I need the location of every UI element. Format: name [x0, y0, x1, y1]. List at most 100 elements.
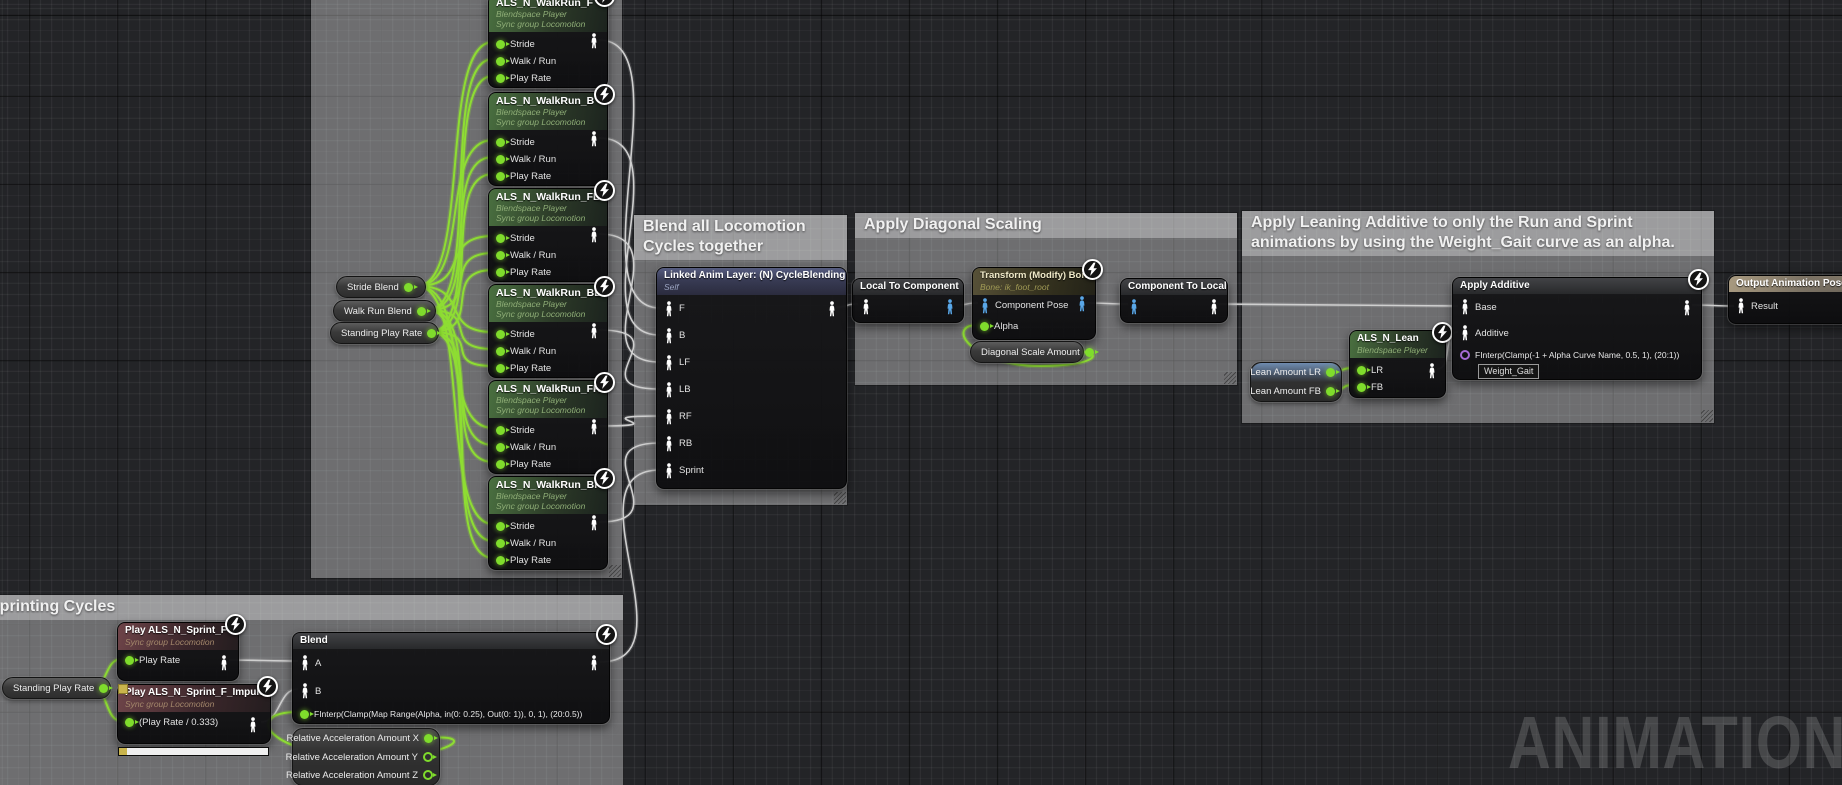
pin-row[interactable]: FB [1350, 379, 1445, 396]
pill-group-relative-acceleration[interactable]: Relative Acceleration Amount X Relative … [292, 728, 440, 785]
pin-row[interactable]: Play Rate [489, 360, 607, 377]
pin-row[interactable]: Walk / Run [489, 53, 607, 70]
value-pin-icon[interactable] [496, 556, 505, 565]
value-pin-icon[interactable] [496, 522, 505, 531]
value-pin-icon[interactable] [980, 322, 989, 331]
comment-resize-handle[interactable] [834, 492, 846, 504]
pin-row[interactable]: B [657, 322, 846, 349]
pose-output-pin[interactable] [589, 323, 599, 339]
node-walkrun-f[interactable]: ALS_N_WalkRun_F Blendspace Player Sync g… [488, 0, 608, 88]
pose-input-pin[interactable] [980, 298, 990, 314]
pose-input-pin[interactable] [1460, 299, 1470, 315]
pose-output-pin[interactable] [589, 655, 599, 671]
node-walkrun-fl[interactable]: ALS_N_WalkRun_FL Blendspace Player Sync … [488, 188, 608, 282]
pin-row[interactable]: Walk / Run [489, 535, 607, 552]
pin-row[interactable]: Sprint [657, 457, 846, 484]
comment-title[interactable]: Blend all Locomotion Cycles together [634, 215, 847, 260]
pill-walk-run-blend[interactable]: Walk Run Blend [333, 300, 436, 322]
pose-output-pin[interactable] [248, 717, 258, 733]
comment-title[interactable]: Sprinting Cycles [0, 595, 623, 620]
node-play-sprint-f-impulse[interactable]: Play ALS_N_Sprint_F_Impulse Sync group L… [117, 684, 271, 744]
pill-standing-play-rate[interactable]: Standing Play Rate [330, 322, 439, 344]
node-play-sprint-f[interactable]: Play ALS_N_Sprint_F Sync group Locomotio… [117, 622, 239, 681]
pose-input-pin[interactable] [664, 382, 674, 398]
pose-output-pin[interactable] [589, 131, 599, 147]
pin-row[interactable]: Alpha [973, 316, 1095, 337]
alpha-curve-name-field[interactable]: Weight_Gait [1478, 364, 1539, 379]
pose-input-pin[interactable] [300, 655, 310, 671]
value-pin-icon[interactable] [496, 460, 505, 469]
value-pin-icon[interactable] [496, 251, 505, 260]
pose-input-pin[interactable] [300, 683, 310, 699]
pose-input-pin[interactable] [861, 299, 871, 315]
node-transform-modify-bone[interactable]: Transform (Modify) Bone Bone: ik_foot_ro… [972, 267, 1096, 340]
pin-row[interactable]: LF [657, 349, 846, 376]
value-pin-icon[interactable] [496, 330, 505, 339]
pose-output-pin[interactable] [1682, 300, 1692, 316]
pose-output-pin[interactable] [945, 299, 955, 315]
value-pin-icon[interactable] [496, 57, 505, 66]
pin-row[interactable]: Play Rate [489, 552, 607, 569]
value-pin-icon[interactable] [496, 234, 505, 243]
node-component-to-local[interactable]: Component To Local [1120, 278, 1228, 323]
value-pin-icon[interactable] [496, 426, 505, 435]
pin-row[interactable]: RF [657, 403, 846, 430]
value-pin-icon[interactable] [1326, 368, 1335, 377]
pose-input-pin[interactable] [664, 355, 674, 371]
pin-row[interactable]: B [293, 677, 609, 705]
value-pin-icon[interactable] [99, 684, 108, 693]
value-pin-icon[interactable] [496, 138, 505, 147]
comment-resize-handle[interactable] [1701, 410, 1713, 422]
value-pin-icon[interactable] [404, 283, 413, 292]
pill-stride-blend[interactable]: Stride Blend [336, 276, 426, 298]
pose-output-pin[interactable] [1077, 296, 1087, 312]
pose-input-pin[interactable] [664, 463, 674, 479]
node-walkrun-fr[interactable]: ALS_N_WalkRun_FR Blendspace Player Sync … [488, 380, 608, 474]
pin-row[interactable]: Walk / Run [489, 343, 607, 360]
node-linked-anim-layer[interactable]: Linked Anim Layer: (N) CycleBlending Sel… [656, 267, 847, 489]
pose-input-pin[interactable] [664, 436, 674, 452]
pill-lean-amount-lr[interactable]: Lean Amount LR [1251, 363, 1341, 382]
value-pin-icon[interactable] [1326, 387, 1335, 396]
comment-resize-handle[interactable] [1224, 372, 1236, 384]
value-pin-icon[interactable] [496, 443, 505, 452]
pose-input-pin[interactable] [1460, 325, 1470, 341]
node-blend[interactable]: Blend A B FInterp(Clamp(Map Range(Alpha,… [292, 632, 610, 724]
pin-row[interactable]: Walk / Run [489, 439, 607, 456]
value-pin-icon[interactable] [125, 656, 134, 665]
pin-row[interactable]: Play Rate [489, 456, 607, 473]
pin-row[interactable]: Base [1453, 294, 1701, 320]
value-pin-icon[interactable] [423, 770, 433, 780]
pin-row[interactable]: Play Rate [489, 168, 607, 185]
pin-row[interactable]: Walk / Run [489, 247, 607, 264]
value-pin-icon[interactable] [496, 364, 505, 373]
pose-output-pin[interactable] [827, 301, 837, 317]
value-pin-icon[interactable] [496, 172, 505, 181]
value-pin-icon[interactable] [300, 710, 309, 719]
pill-rel-accel-y[interactable]: Relative Acceleration Amount Y [293, 748, 439, 766]
node-local-to-component[interactable]: Local To Component [852, 278, 964, 323]
value-pin-icon[interactable] [496, 155, 505, 164]
node-walkrun-br[interactable]: ALS_N_WalkRun_BR Blendspace Player Sync … [488, 476, 608, 570]
pill-group-lean-amount[interactable]: Lean Amount LR Lean Amount FB [1250, 362, 1342, 402]
pin-row[interactable]: A [293, 649, 609, 677]
node-walkrun-bl[interactable]: ALS_N_WalkRun_BL Blendspace Player Sync … [488, 284, 608, 378]
comment-title[interactable]: Apply Leaning Additive to only the Run a… [1242, 211, 1714, 256]
pin-row[interactable]: Additive [1453, 320, 1701, 346]
pin-row[interactable]: Walk / Run [489, 151, 607, 168]
value-pin-icon[interactable] [1357, 383, 1366, 392]
comment-title[interactable]: Apply Diagonal Scaling [855, 213, 1237, 238]
pose-input-pin[interactable] [1129, 299, 1139, 315]
pin-row[interactable]: FInterp(Clamp(Map Range(Alpha, in(0: 0.2… [293, 705, 609, 723]
node-apply-additive[interactable]: Apply Additive Base Additive FInterp(Cla… [1452, 277, 1702, 380]
pill-rel-accel-z[interactable]: Relative Acceleration Amount Z [293, 766, 439, 784]
pin-row[interactable]: RB [657, 430, 846, 457]
pose-input-pin[interactable] [1736, 298, 1746, 314]
pose-output-pin[interactable] [1427, 363, 1437, 379]
pose-output-pin[interactable] [1209, 299, 1219, 315]
pin-row[interactable]: Play Rate [489, 264, 607, 281]
value-pin-icon[interactable] [1357, 366, 1366, 375]
pose-output-pin[interactable] [589, 227, 599, 243]
pose-output-pin[interactable] [589, 515, 599, 531]
pill-lean-amount-fb[interactable]: Lean Amount FB [1251, 382, 1341, 401]
